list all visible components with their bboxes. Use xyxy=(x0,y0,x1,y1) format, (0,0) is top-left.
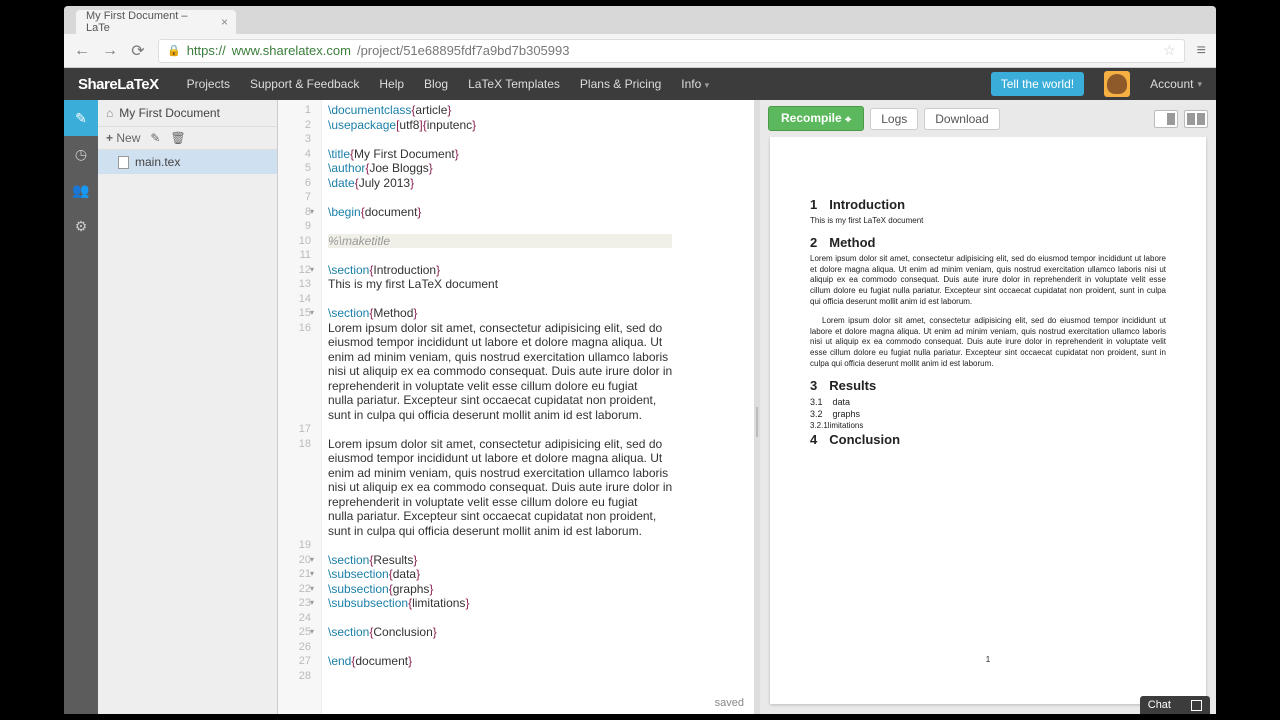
preview-toolbar: Recompile ⌖ Logs Download xyxy=(760,100,1216,137)
avatar[interactable] xyxy=(1104,71,1130,97)
lock-icon: 🔒 xyxy=(167,44,181,57)
top-nav: ShareLaTeX Projects Support & Feedback H… xyxy=(64,68,1216,100)
rail-edit-icon[interactable]: ✎ xyxy=(64,100,98,136)
file-icon xyxy=(118,156,129,169)
code-editor[interactable]: 12345678▾9101112▾131415▾1617181920▾21▾22… xyxy=(278,100,754,714)
pdf-method-body2: Lorem ipsum dolor sit amet, consectetur … xyxy=(810,316,1166,370)
reload-icon[interactable]: ⟳ xyxy=(130,41,146,61)
back-icon[interactable]: ← xyxy=(74,42,90,60)
brand-logo[interactable]: ShareLaTeX xyxy=(78,76,159,93)
nav-info[interactable]: Info ▾ xyxy=(681,77,709,91)
nav-help[interactable]: Help xyxy=(379,77,404,91)
url-path: /project/51e68895fdf7a9bd7b305993 xyxy=(357,43,570,58)
logs-button[interactable]: Logs xyxy=(870,108,918,130)
nav-templates[interactable]: LaTeX Templates xyxy=(468,77,560,91)
pdf-intro-body: This is my first LaTeX document xyxy=(810,216,1166,227)
browser-tabbar: My First Document – LaTe × xyxy=(64,6,1216,34)
download-button[interactable]: Download xyxy=(924,108,999,130)
nav-projects[interactable]: Projects xyxy=(187,77,230,91)
pdf-method-body1: Lorem ipsum dolor sit amet, consectetur … xyxy=(810,254,1166,308)
pdf-section-conclusion: 4Conclusion xyxy=(810,432,1166,447)
edit-icon[interactable]: ✎ xyxy=(150,131,160,145)
tab-title: My First Document – LaTe xyxy=(86,10,206,34)
chat-expand-icon[interactable] xyxy=(1191,700,1202,711)
line-gutter: 12345678▾9101112▾131415▾1617181920▾21▾22… xyxy=(278,100,322,714)
layout-split-icon[interactable] xyxy=(1184,110,1208,128)
code-area[interactable]: \documentclass{article}\usepackage[utf8]… xyxy=(322,100,678,714)
rail-share-icon[interactable]: 👥 xyxy=(64,172,98,208)
preview-panel: Recompile ⌖ Logs Download 1Introduction … xyxy=(760,100,1216,714)
nav-support[interactable]: Support & Feedback xyxy=(250,77,359,91)
layout-single-icon[interactable] xyxy=(1154,110,1178,128)
pdf-section-intro: 1Introduction xyxy=(810,197,1166,212)
file-toolbar: + New ✎ 🗑 xyxy=(98,127,277,150)
new-file-button[interactable]: + New xyxy=(106,131,140,145)
delete-icon[interactable]: 🗑 xyxy=(170,131,185,145)
url-scheme: https:// xyxy=(187,43,226,58)
account-menu[interactable]: Account▾ xyxy=(1150,77,1202,91)
left-rail: ✎ ◷ 👥 ⚙ xyxy=(64,100,98,714)
pdf-preview[interactable]: 1Introduction This is my first LaTeX doc… xyxy=(770,137,1206,704)
rail-history-icon[interactable]: ◷ xyxy=(64,136,98,172)
pdf-section-results: 3Results xyxy=(810,378,1166,393)
nav-plans[interactable]: Plans & Pricing xyxy=(580,77,661,91)
file-panel: ⌂ My First Document + New ✎ 🗑 main.tex xyxy=(98,100,278,714)
file-main-tex[interactable]: main.tex xyxy=(98,150,277,174)
pdf-section-method: 2Method xyxy=(810,235,1166,250)
nav-blog[interactable]: Blog xyxy=(424,77,448,91)
project-name[interactable]: ⌂ My First Document xyxy=(98,100,277,127)
url-host: www.sharelatex.com xyxy=(232,43,351,58)
chat-bar[interactable]: Chat xyxy=(1140,696,1210,714)
home-icon: ⌂ xyxy=(106,106,113,120)
pdf-page-number: 1 xyxy=(986,655,990,664)
bookmark-star-icon[interactable]: ☆ xyxy=(1163,42,1176,59)
url-field[interactable]: 🔒 https:// www.sharelatex.com/project/51e… xyxy=(158,39,1185,63)
tell-world-button[interactable]: Tell the world! xyxy=(991,72,1084,96)
splitter-handle[interactable] xyxy=(754,100,760,714)
forward-icon[interactable]: → xyxy=(102,42,118,60)
close-icon[interactable]: × xyxy=(221,15,228,29)
menu-icon[interactable]: ≡ xyxy=(1197,42,1206,60)
browser-tab[interactable]: My First Document – LaTe × xyxy=(76,10,236,34)
recompile-button[interactable]: Recompile ⌖ xyxy=(768,106,864,131)
browser-addressbar: ← → ⟳ 🔒 https:// www.sharelatex.com/proje… xyxy=(64,34,1216,68)
rail-settings-icon[interactable]: ⚙ xyxy=(64,208,98,244)
pdf-sub-data: 3.1data xyxy=(810,397,1166,407)
pdf-sub-graphs: 3.2graphs xyxy=(810,409,1166,419)
save-status: saved xyxy=(715,696,744,711)
pdf-subsub-limitations: 3.2.1limitations xyxy=(810,421,1166,430)
